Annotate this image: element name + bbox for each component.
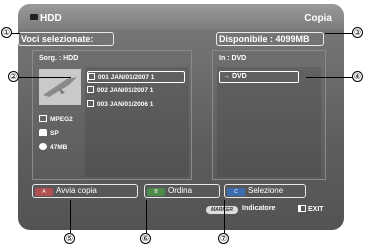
indicator-label: Indicatore	[242, 205, 276, 212]
dest-label: In : DVD	[219, 55, 247, 62]
source-panel: Sorg. : HDD MPEG2 SP 47MB 001 JAN/01/200…	[32, 50, 192, 180]
marker-key: MARKER	[206, 206, 238, 214]
codec-row: MPEG2	[39, 115, 73, 123]
callout-line-3	[325, 33, 352, 34]
codec-icon	[39, 115, 47, 122]
key-a: A	[35, 188, 53, 196]
screen-title: HDD	[30, 13, 62, 24]
disk-icon	[39, 143, 47, 150]
callout-line-2	[19, 77, 71, 78]
exit-button[interactable]: EXIT	[298, 205, 324, 213]
callout-1: ①	[1, 27, 12, 38]
callout-2: ②	[8, 71, 19, 82]
help-row: MARKER Indicatore EXIT	[26, 202, 336, 216]
title-item-1[interactable]: 001 JAN/01/2007 1	[87, 71, 185, 83]
title-list: 001 JAN/01/2007 1 002 JAN/01/2007 1 003 …	[85, 67, 189, 177]
quality-row: SP	[39, 129, 59, 137]
lock-icon	[39, 129, 47, 136]
callout-line-5	[70, 200, 71, 233]
bottom-controls: A Avvia copia B Ordina C Selezione MARKER I…	[26, 182, 336, 222]
thumbnail	[39, 69, 81, 105]
dest-list: → DVD	[217, 67, 321, 177]
title-item-3[interactable]: 003 JAN/01/2006 1	[87, 99, 185, 111]
callout-6: ⑥	[140, 233, 151, 244]
callout-line-7	[224, 200, 225, 233]
plane-image-icon	[39, 69, 81, 105]
available-space-bar: Disponibile : 4099MB	[216, 32, 324, 46]
callout-5: ⑤	[64, 233, 75, 244]
exit-icon	[298, 205, 306, 212]
title-item-2[interactable]: 002 JAN/01/2007 1	[87, 85, 185, 97]
key-c: C	[227, 188, 245, 196]
copy-screen: HDD Copia Voci selezionate: Disponibile …	[18, 4, 344, 230]
source-label: Sorg. : HDD	[39, 55, 79, 62]
hdd-icon	[30, 14, 38, 20]
key-b: B	[147, 188, 165, 196]
select-button[interactable]: C Selezione	[224, 184, 306, 198]
dest-item-dvd[interactable]: → DVD	[219, 71, 299, 83]
sort-button[interactable]: B Ordina	[144, 184, 220, 198]
checkbox-icon[interactable]	[87, 100, 94, 107]
callout-7: ⑦	[218, 233, 229, 244]
callout-3: ③	[352, 27, 363, 38]
checkbox-icon[interactable]	[88, 73, 95, 80]
size-row: 47MB	[39, 143, 67, 151]
callout-line-1	[12, 33, 20, 34]
checkbox-icon[interactable]	[87, 86, 94, 93]
callout-line-4	[306, 77, 352, 78]
callout-4: ④	[352, 71, 363, 82]
start-copy-button[interactable]: A Avvia copia	[32, 184, 138, 198]
selected-items-bar: Voci selezionate:	[18, 32, 114, 46]
header-bar	[18, 4, 344, 30]
mode-title: Copia	[304, 13, 332, 24]
destination-panel: In : DVD → DVD	[212, 50, 326, 180]
callout-line-6	[146, 200, 147, 233]
